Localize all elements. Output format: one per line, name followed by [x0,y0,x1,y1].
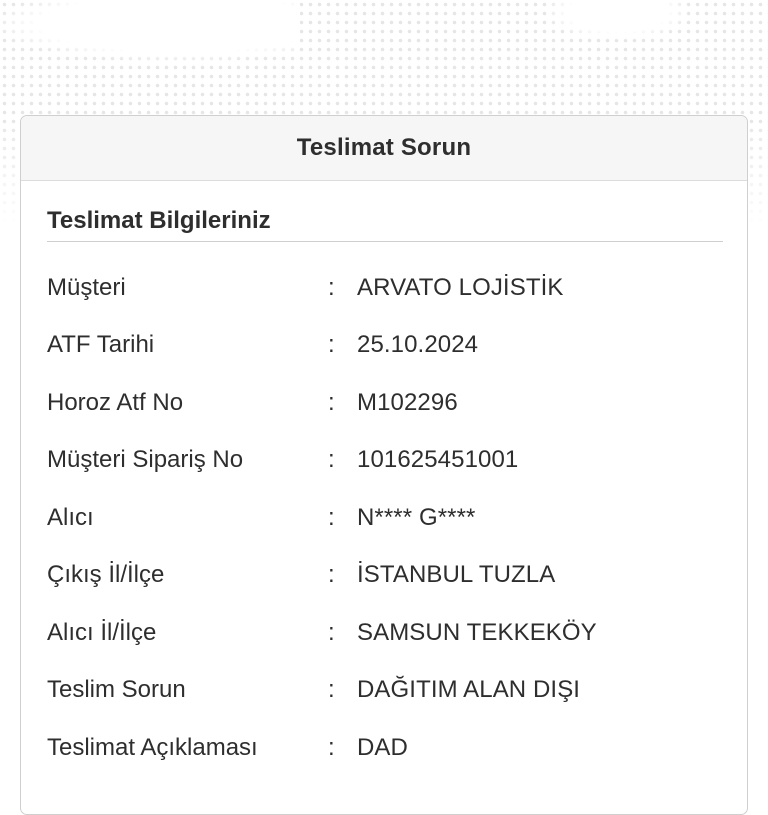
info-label: Müşteri [47,273,126,301]
info-separator: : [328,446,335,474]
info-row-delivery-issue: Teslim Sorun : DAĞITIM ALAN DIŞI [47,662,721,720]
info-value: ARVATO LOJİSTİK [357,273,564,301]
info-row-recipient-city: Alıcı İl/İlçe : SAMSUN TEKKEKÖY [47,604,721,662]
info-value: 25.10.2024 [357,331,479,359]
info-label: Alıcı İl/İlçe [47,618,157,646]
info-label: Alıcı [47,503,94,531]
info-row-origin-city: Çıkış İl/İlçe : İSTANBUL TUZLA [47,547,721,605]
info-separator: : [328,388,335,416]
info-row-horoz-atf-no: Horoz Atf No : M102296 [47,374,721,432]
info-value: İSTANBUL TUZLA [357,561,556,589]
info-row-atf-date: ATF Tarihi : 25.10.2024 [47,317,721,375]
card-body: Teslimat Bilgileriniz Müşteri : ARVATO L… [21,181,747,777]
info-separator: : [328,331,335,359]
background-fade [0,0,300,60]
info-value: N**** G**** [357,503,476,531]
section-title: Teslimat Bilgileriniz [47,207,723,242]
info-label: Çıkış İl/İlçe [47,561,165,589]
info-label: Horoz Atf No [47,388,184,416]
info-separator: : [328,503,335,531]
delivery-issue-card: Teslimat Sorun Teslimat Bilgileriniz Müş… [20,115,748,815]
info-value: SAMSUN TEKKEKÖY [357,618,597,646]
info-separator: : [328,733,335,761]
info-value: 101625451001 [357,446,519,474]
info-separator: : [328,561,335,589]
info-value: DAD [357,733,408,761]
info-label: ATF Tarihi [47,331,155,359]
info-separator: : [328,273,335,301]
info-value: M102296 [357,388,458,416]
info-row-customer-order-no: Müşteri Sipariş No : 101625451001 [47,432,721,490]
info-label: Müşteri Sipariş No [47,446,244,474]
info-label: Teslimat Açıklaması [47,733,258,761]
card-header: Teslimat Sorun [21,116,747,181]
info-label: Teslim Sorun [47,676,186,704]
background-fade [548,0,688,40]
delivery-info-list: Müşteri : ARVATO LOJİSTİK ATF Tarihi : 2… [47,259,721,777]
info-value: DAĞITIM ALAN DIŞI [357,676,581,704]
info-separator: : [328,676,335,704]
info-row-customer: Müşteri : ARVATO LOJİSTİK [47,259,721,317]
info-separator: : [328,618,335,646]
info-row-recipient: Alıcı : N**** G**** [47,489,721,547]
card-title: Teslimat Sorun [296,134,472,161]
